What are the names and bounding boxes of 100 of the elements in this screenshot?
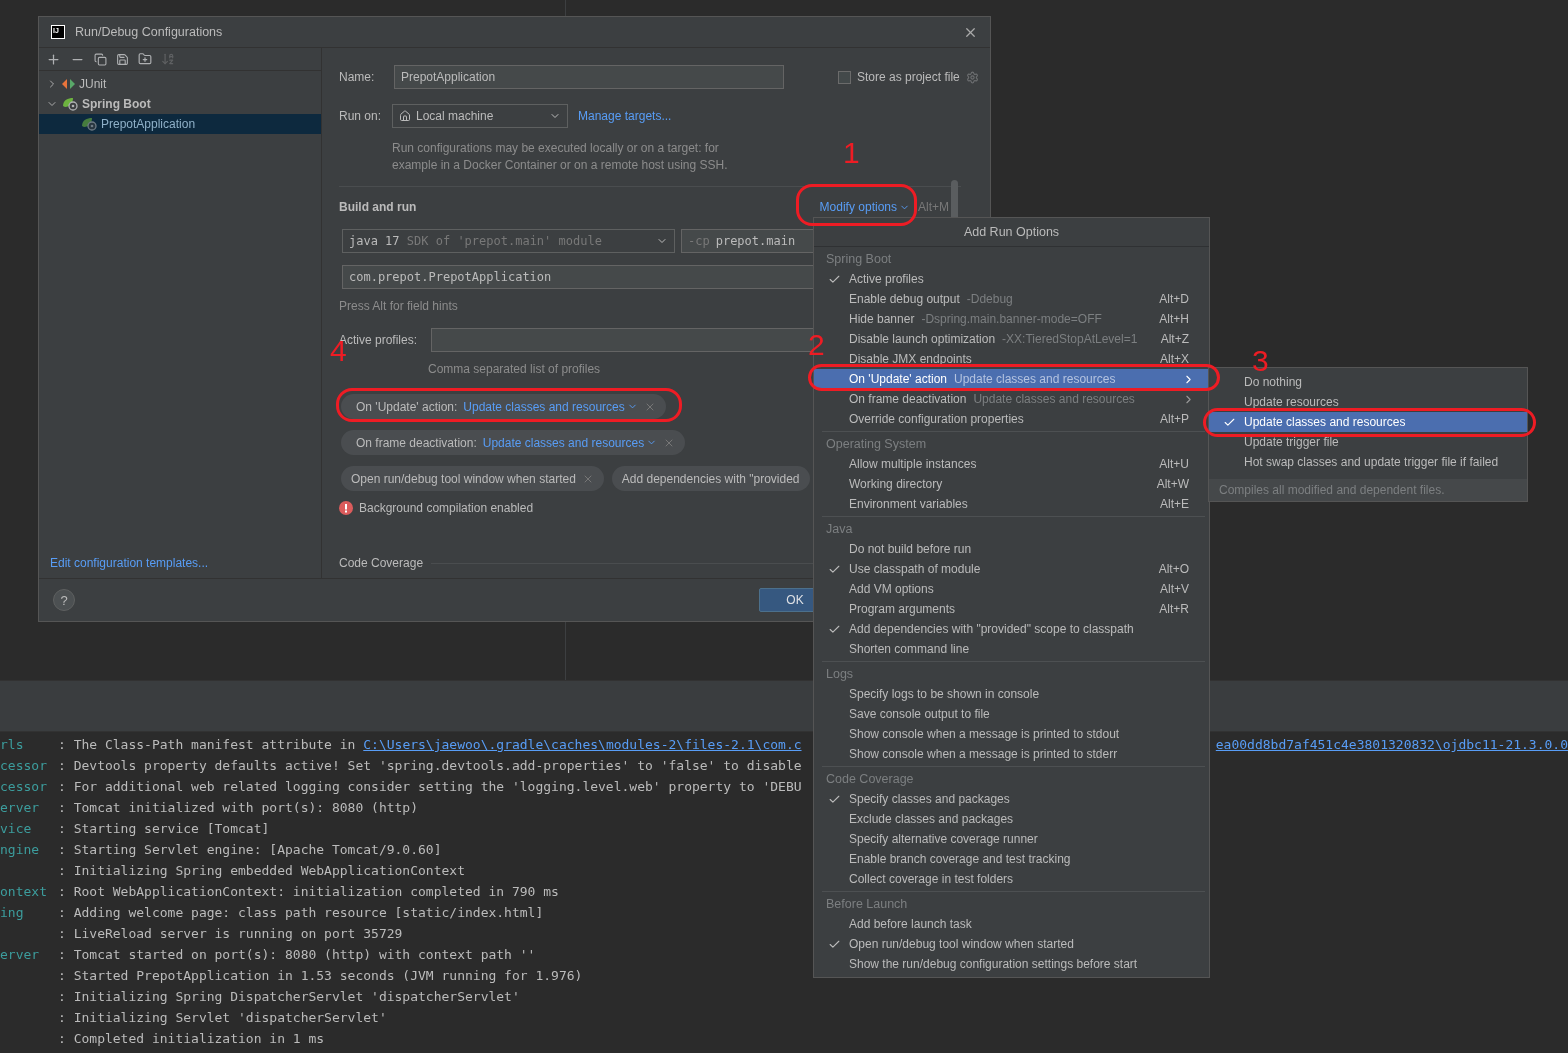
folder-plus-icon[interactable] <box>138 52 152 66</box>
log-source: ngine <box>0 842 41 857</box>
chip-label: Open run/debug tool window when started <box>351 471 576 486</box>
menu-item[interactable]: Hot swap classes and update trigger file if failed <box>1209 452 1527 472</box>
menu-item[interactable]: On 'Update' action Update classes and resources <box>814 369 1209 389</box>
menu-item[interactable]: Save console output to file <box>814 704 1209 724</box>
menu-item[interactable]: On frame deactivation Update classes and resources <box>814 389 1209 409</box>
menu-item[interactable]: Allow multiple instances Alt+U <box>814 454 1209 474</box>
menu-item[interactable]: Specify logs to be shown in console <box>814 684 1209 704</box>
menu-item[interactable]: Show console when a message is printed to stderr <box>814 744 1209 764</box>
menu-item[interactable]: Working directory Alt+W <box>814 474 1209 494</box>
log-message: : LiveReload server is running on port 35729 <box>58 926 403 941</box>
home-icon <box>399 110 411 122</box>
option-chip[interactable]: On 'Update' action: Update classes and resources <box>341 394 666 419</box>
menu-item-label: Enable branch coverage and test tracking <box>849 852 1071 866</box>
menu-item[interactable]: Enable debug output -Ddebug Alt+D <box>814 289 1209 309</box>
menu-item[interactable]: Use classpath of module Alt+O <box>814 559 1209 579</box>
option-chip[interactable]: Open run/debug tool window when started <box>341 466 604 491</box>
target-dropdown[interactable]: Local machine <box>392 104 568 128</box>
tree-item[interactable]: Spring Boot <box>39 94 321 114</box>
tree-item[interactable]: PrepotApplication <box>39 114 321 134</box>
menu-item[interactable]: Update classes and resources <box>1209 412 1527 432</box>
menu-item[interactable]: Collect coverage in test folders <box>814 869 1209 889</box>
shortcut-text: Alt+R <box>1158 602 1189 616</box>
menu-item-label: Show console when a message is printed to stdout <box>849 727 1120 741</box>
menu-item-label: Disable JMX endpoints <box>849 352 972 366</box>
menu-item-label: Working directory <box>849 477 943 491</box>
checkbox[interactable] <box>838 70 851 84</box>
save-icon[interactable] <box>116 52 129 66</box>
log-message: : Initializing Servlet 'dispatcherServlet' <box>58 1010 387 1025</box>
help-button[interactable]: ? <box>53 589 75 611</box>
log-message: : Started PrepotApplication in 1.53 seconds (JVM running for 1.976) <box>58 968 583 983</box>
log-source: ing <box>0 905 25 920</box>
menu-item[interactable]: Enable branch coverage and test tracking <box>814 849 1209 869</box>
copy-icon[interactable] <box>94 52 107 66</box>
menu-item-label: Save console output to file <box>849 707 990 721</box>
menu-item[interactable]: Hide banner -Dspring.main.banner-mode=OFF Alt+H <box>814 309 1209 329</box>
log-message: : Root WebApplicationContext: initialization completed in 790 ms <box>58 884 559 899</box>
log-message: : Tomcat initialized with port(s): 8080 (http) <box>58 800 419 815</box>
menu-item[interactable]: Environment variables Alt+E <box>814 494 1209 514</box>
modify-options-link[interactable]: Modify options <box>819 200 910 214</box>
file-link[interactable]: C:\Users\jaewoo\.gradle\caches\modules-2\files-2.1\com.c <box>363 737 802 752</box>
menu-item[interactable]: Add before launch task <box>814 914 1209 934</box>
log-source: ontext <box>0 884 48 899</box>
shortcut-text: Alt+U <box>1158 457 1189 471</box>
file-link[interactable]: ea00dd8bd7af451c4e3801320832\ojdbc11-21.3.0.0 <box>1215 737 1568 752</box>
gear-icon[interactable] <box>965 70 979 84</box>
annotation-number: 1 <box>843 138 860 168</box>
menu-group-title: Operating System <box>825 436 928 453</box>
option-chip[interactable]: On frame deactivation: Update classes and resources <box>341 430 686 455</box>
log-message: : Adding welcome page: class path resource [static/index.html] <box>58 905 544 920</box>
hint-text: Press Alt for field hints <box>339 299 458 313</box>
dropdown-value: Local machine <box>416 109 494 123</box>
templates-link[interactable]: Edit configuration templates... <box>39 556 321 578</box>
menu-item[interactable]: Open run/debug tool window when started <box>814 934 1209 954</box>
chip-label: Add dependencies with "provided <box>621 471 800 486</box>
menu-item-label: Specify alternative coverage runner <box>849 832 1038 846</box>
menu-item[interactable]: Exclude classes and packages <box>814 809 1209 829</box>
menu-item-label: Environment variables <box>849 497 968 511</box>
menu-item-label: Show the run/debug configuration settings before start <box>849 957 1138 971</box>
log-message: : Completed initialization in 1 ms <box>58 1031 325 1046</box>
jdk-dropdown[interactable]: java 17 SDK of 'prepot.main' module <box>342 229 675 253</box>
menu-item-label: Enable debug output <box>849 292 960 306</box>
checkbox-label: Store as project file <box>857 70 960 84</box>
menu-item[interactable]: Update resources <box>1209 392 1527 412</box>
log-message: : The Class-Path manifest attribute in <box>58 737 357 752</box>
menu-item-label: Specify logs to be shown in console <box>849 687 1040 701</box>
menu-item[interactable]: Show console when a message is printed to stdout <box>814 724 1209 744</box>
sort-icon[interactable] <box>161 52 175 66</box>
manage-targets-link[interactable]: Manage targets... <box>578 109 672 123</box>
menu-item[interactable]: Specify classes and packages <box>814 789 1209 809</box>
log-source: erver <box>0 800 41 815</box>
menu-item[interactable]: Show the run/debug configuration settings before start <box>814 954 1209 974</box>
menu-item-label: Specify classes and packages <box>849 792 1010 806</box>
spring-leaf-icon <box>62 97 78 111</box>
run-on-label: Run on: <box>339 109 383 123</box>
menu-item-label: Do not build before run <box>849 542 972 556</box>
chip-value[interactable]: Update classes and resources <box>482 435 658 450</box>
menu-item-label: Add dependencies with "provided" scope to classpath <box>849 622 1134 636</box>
shortcut-text: Alt+W <box>1155 477 1189 491</box>
menu-item-label: Shorten command line <box>849 642 970 656</box>
menu-item-label: Open run/debug tool window when started <box>849 937 1074 951</box>
hint-text: Run configurations may be executed locally or on a target: for example in a Docker Container or on a remote host using SSH. <box>392 140 729 174</box>
menu-group-title: Java <box>825 521 854 538</box>
name-field[interactable]: PrepotApplication <box>394 65 784 89</box>
name-label: Name: <box>339 70 376 84</box>
menu-item-label: Active profiles <box>849 272 924 286</box>
log-message: : For additional web related logging consider setting the 'logging.level.web' property to 'DEBU <box>58 779 802 794</box>
scrollbar-thumb[interactable] <box>951 180 958 220</box>
option-chip[interactable]: Add dependencies with "provided <box>611 466 810 491</box>
add-icon[interactable] <box>46 51 61 67</box>
menu-item[interactable]: Do not build before run <box>814 539 1209 559</box>
junit-icon <box>62 78 75 90</box>
menu-item[interactable]: Shorten command line <box>814 639 1209 659</box>
chip-value[interactable]: Update classes and resources <box>463 399 638 414</box>
tree-item[interactable]: JUnit <box>39 74 321 94</box>
log-message: : Starting service [Tomcat] <box>58 821 270 836</box>
menu-item-label: On 'Update' action <box>849 372 947 386</box>
menu-item[interactable]: Specify alternative coverage runner <box>814 829 1209 849</box>
menu-item[interactable]: Add dependencies with "provided" scope to classpath <box>814 619 1209 639</box>
